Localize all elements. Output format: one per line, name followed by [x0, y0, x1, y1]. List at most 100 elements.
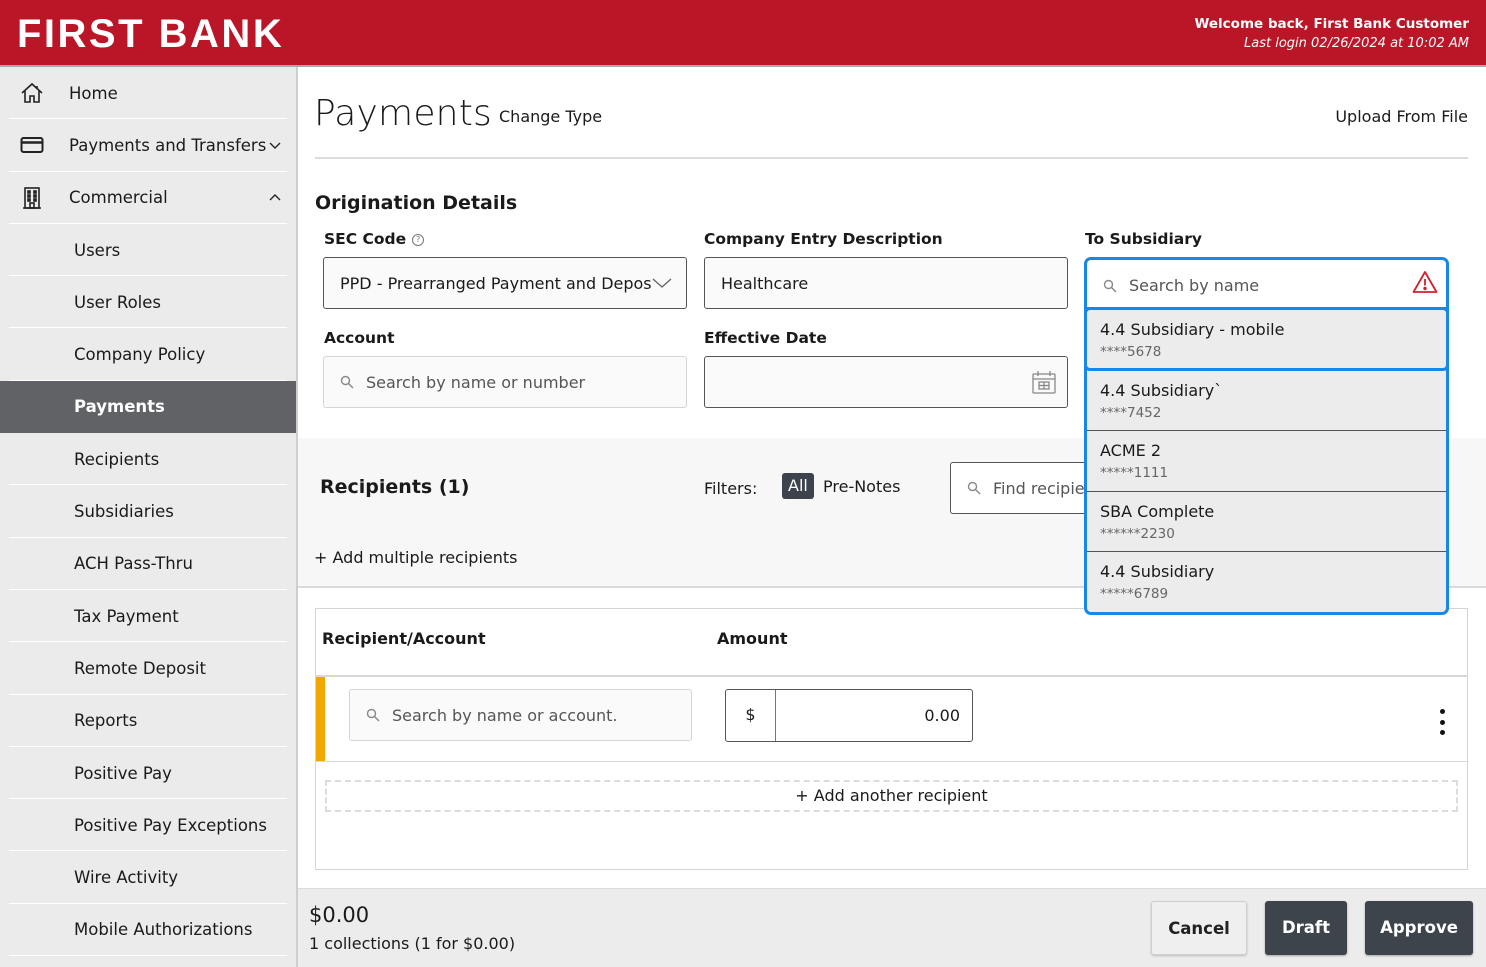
recipients-table: Recipient/Account Amount Search by name … — [315, 608, 1468, 870]
warning-icon — [1412, 271, 1438, 293]
effective-date-label: Effective Date — [704, 329, 827, 347]
sidebar-item-positive-pay-exceptions[interactable]: Positive Pay Exceptions — [0, 799, 296, 852]
collections-summary: 1 collections (1 for $0.00) — [309, 934, 516, 953]
sidebar-item-wire-activity[interactable]: Wire Activity — [0, 851, 296, 905]
help-icon[interactable]: ? — [412, 233, 425, 246]
sidebar-item-label: User Roles — [74, 292, 162, 312]
subsidiary-option[interactable]: ACME 2 *****1111 — [1087, 431, 1446, 492]
recipient-search-placeholder: Search by name or account. — [392, 705, 618, 725]
sidebar-item-mobile-authorizations[interactable]: Mobile Authorizations — [0, 904, 296, 957]
sidebar-item-label: Payments — [74, 397, 165, 417]
sidebar-item-label: Recipients — [74, 449, 160, 469]
sidebar-item-label: Tax Payment — [74, 606, 179, 626]
change-type-link[interactable]: Change Type — [499, 107, 602, 126]
subsidiary-option-name: 4.4 Subsidiary — [1100, 562, 1215, 582]
to-subsidiary-search-input[interactable]: Search by name — [1084, 257, 1449, 311]
sidebar-item-company-policy[interactable]: Company Policy — [0, 328, 296, 382]
sidebar-item-tax-payment[interactable]: Tax Payment — [0, 590, 296, 643]
column-header-recipient[interactable]: Recipient/Account — [322, 629, 486, 648]
row-status-accent — [316, 677, 325, 761]
sidebar-item-label: Users — [74, 240, 121, 260]
sidebar-item-users[interactable]: Users — [0, 224, 296, 277]
sidebar: Home Payments and Transfers Commercial U… — [0, 67, 298, 967]
sidebar-item-payments[interactable]: Payments — [0, 380, 296, 434]
sidebar-item-label: Company Policy — [74, 345, 206, 365]
sidebar-item-label: Subsidiaries — [74, 502, 174, 522]
calendar-icon[interactable] — [1031, 369, 1057, 395]
sec-code-label: SEC Code? — [324, 230, 425, 248]
subsidiary-option[interactable]: SBA Complete ******2230 — [1087, 492, 1446, 553]
sidebar-item-commercial[interactable]: Commercial — [0, 172, 296, 225]
amount-value: 0.00 — [924, 706, 960, 725]
sidebar-item-recipients[interactable]: Recipients — [0, 433, 296, 486]
subsidiary-option-account: *****1111 — [1100, 465, 1169, 482]
chevron-down-icon — [652, 278, 672, 288]
search-icon — [967, 481, 981, 495]
header-divider — [316, 675, 1467, 677]
sidebar-item-remote-deposit[interactable]: Remote Deposit — [0, 642, 296, 695]
sidebar-item-label: Reports — [74, 711, 138, 731]
subsidiary-option-account: *****6789 — [1100, 586, 1169, 603]
account-label: Account — [324, 329, 395, 347]
subsidiary-option[interactable]: 4.4 Subsidiary - mobile ****5678 — [1084, 307, 1449, 371]
subsidiary-option-account: ******2230 — [1100, 525, 1175, 542]
subsidiary-option-name: ACME 2 — [1100, 441, 1162, 461]
more-options-icon[interactable] — [1437, 709, 1447, 735]
sidebar-item-home[interactable]: Home — [0, 67, 296, 120]
welcome-block: Welcome back, First Bank Customer Last l… — [1194, 14, 1469, 54]
amount-input[interactable]: $ 0.00 — [725, 689, 973, 742]
company-entry-label: Company Entry Description — [704, 230, 943, 248]
sidebar-item-label: Mobile Authorizations — [74, 920, 253, 940]
column-header-amount[interactable]: Amount — [717, 629, 787, 648]
title-divider — [315, 157, 1468, 159]
to-subsidiary-label: To Subsidiary — [1085, 230, 1203, 248]
sidebar-item-label: Positive Pay — [74, 763, 172, 783]
search-icon — [340, 375, 354, 389]
brand-logo[interactable]: FIRST BANK — [17, 12, 284, 57]
sidebar-item-ach-pass-thru[interactable]: ACH Pass-Thru — [0, 538, 296, 591]
cancel-button[interactable]: Cancel — [1151, 901, 1247, 955]
effective-date-input[interactable] — [704, 356, 1068, 408]
origination-details-heading: Origination Details — [315, 192, 518, 214]
footer-bar: $0.00 1 collections (1 for $0.00) Cancel… — [298, 888, 1486, 967]
sec-code-value: PPD - Prearranged Payment and Deposi — [340, 273, 652, 293]
subsidiary-option-account: ****5678 — [1100, 344, 1162, 360]
approve-button[interactable]: Approve — [1365, 901, 1473, 955]
search-icon — [1103, 279, 1117, 292]
chevron-down-icon[interactable] — [268, 138, 282, 152]
sidebar-item-label: Remote Deposit — [74, 658, 206, 678]
add-another-recipient-button[interactable]: + Add another recipient — [325, 780, 1458, 812]
building-icon — [23, 186, 41, 209]
currency-symbol: $ — [726, 690, 776, 741]
filter-prenotes-button[interactable]: Pre-Notes — [823, 477, 900, 496]
chevron-up-icon[interactable] — [268, 191, 282, 205]
top-bar: FIRST BANK Welcome back, First Bank Cust… — [0, 0, 1486, 67]
draft-button[interactable]: Draft — [1265, 901, 1347, 955]
sidebar-item-user-roles[interactable]: User Roles — [0, 276, 296, 329]
sidebar-item-label: Home — [69, 83, 118, 103]
filter-all-button[interactable]: All — [782, 473, 814, 499]
sidebar-item-label: Commercial — [69, 188, 168, 208]
add-multiple-recipients-link[interactable]: + Add multiple recipients — [314, 548, 517, 567]
recipients-heading: Recipients (1) — [320, 476, 470, 498]
total-amount: $0.00 — [309, 903, 370, 927]
sidebar-item-reports[interactable]: Reports — [0, 695, 296, 748]
upload-from-file-link[interactable]: Upload From File — [1335, 107, 1468, 126]
sec-code-select[interactable]: PPD - Prearranged Payment and Deposi — [323, 257, 687, 309]
sidebar-item-positive-pay[interactable]: Positive Pay — [0, 747, 296, 800]
sidebar-item-subsidiaries[interactable]: Subsidiaries — [0, 485, 296, 538]
filters-label: Filters: — [704, 479, 758, 498]
welcome-text: Welcome back, First Bank Customer — [1194, 16, 1469, 32]
subsidiary-option-name: SBA Complete — [1100, 501, 1215, 521]
subsidiary-option[interactable]: 4.4 Subsidiary *****6789 — [1087, 552, 1446, 612]
company-entry-input[interactable]: Healthcare — [704, 257, 1068, 309]
last-login-text: Last login 02/26/2024 at 10:02 AM — [1244, 36, 1469, 51]
sidebar-item-label: Payments and Transfers — [69, 135, 267, 155]
sidebar-item-label: Positive Pay Exceptions — [74, 815, 267, 835]
page-title: Payments — [314, 93, 492, 134]
subsidiary-option[interactable]: 4.4 Subsidiary` ****7452 — [1087, 371, 1446, 432]
company-entry-value: Healthcare — [721, 273, 809, 293]
sidebar-item-payments-and-transfers[interactable]: Payments and Transfers — [0, 119, 296, 172]
recipient-search-input[interactable]: Search by name or account. — [349, 689, 692, 741]
account-search-input[interactable]: Search by name or number — [323, 356, 687, 408]
